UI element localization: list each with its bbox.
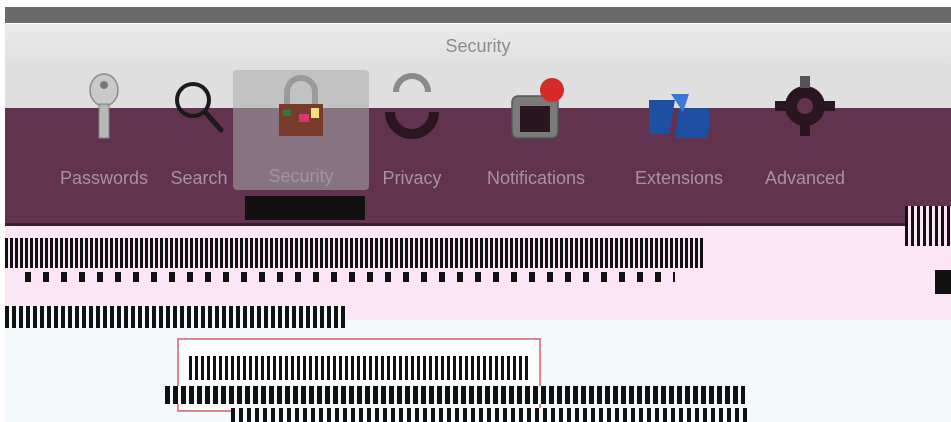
preferences-window: Security Passwords Search Security Priva… — [5, 24, 951, 422]
artifact-text-row — [165, 386, 745, 404]
toolbar-label-extensions: Extensions — [634, 168, 724, 188]
toolbar-label-search: Search — [170, 168, 228, 188]
artifact-text-row — [5, 306, 345, 328]
key-icon — [89, 73, 119, 139]
toolbar-label-advanced: Advanced — [764, 168, 846, 188]
top-strip — [0, 0, 951, 26]
artifact-text-row — [25, 272, 675, 282]
title-bar: Security — [5, 24, 951, 65]
privacy-icon — [385, 73, 439, 139]
extensions-icon — [649, 94, 709, 138]
toolbar-item-security[interactable]: Security — [233, 70, 369, 190]
toolbar-label-security: Security — [268, 166, 334, 186]
toolbar-label-notifications: Notifications — [486, 168, 586, 188]
artifact-text-row — [231, 408, 751, 422]
toolbar-label-passwords: Passwords — [59, 168, 149, 188]
artifact-block — [245, 196, 365, 220]
toolbar-item-privacy[interactable]: Privacy — [369, 72, 455, 190]
window-title: Security — [445, 36, 511, 56]
notifications-icon — [511, 78, 564, 139]
search-icon — [175, 82, 224, 133]
toolbar-item-search[interactable]: Search — [165, 72, 233, 190]
toolbar-item-passwords[interactable]: Passwords — [43, 72, 165, 190]
security-pane — [5, 196, 951, 422]
artifact-text-row — [5, 238, 705, 268]
toolbar-label-privacy: Privacy — [382, 168, 442, 188]
artifact-block — [935, 270, 951, 294]
menu-bar-strip — [5, 7, 951, 23]
toolbar-item-advanced[interactable]: Advanced — [749, 72, 861, 190]
artifact-text-row — [189, 356, 529, 380]
toolbar-item-notifications[interactable]: Notifications — [467, 72, 605, 190]
lock-icon — [279, 75, 323, 136]
toolbar-item-extensions[interactable]: Extensions — [617, 72, 741, 190]
artifact-block — [905, 206, 951, 246]
gear-icon — [775, 76, 835, 136]
